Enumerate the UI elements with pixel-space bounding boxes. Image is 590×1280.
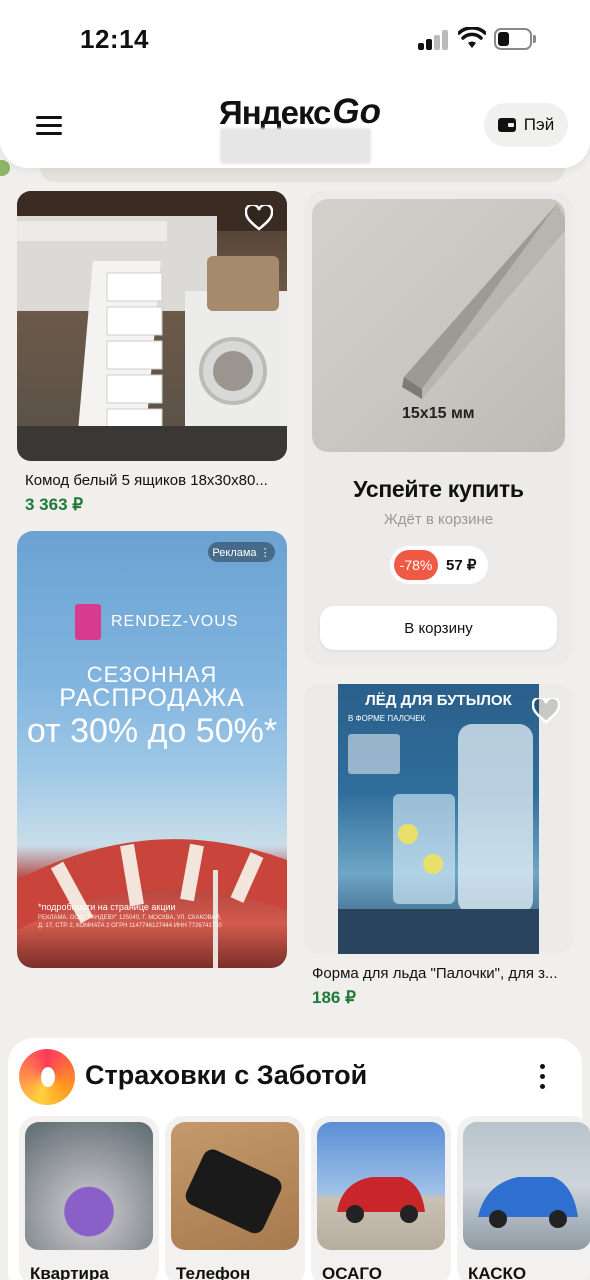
product-title-dresser[interactable]: Комод белый 5 ящиков 18x30x80... xyxy=(25,472,280,489)
promo-title: Успейте купить xyxy=(353,476,524,502)
insurance-card-apartment[interactable]: Квартира xyxy=(19,1116,159,1280)
ad-footnote: *подробности на странице акции xyxy=(38,902,176,912)
add-to-cart-button[interactable]: В корзину xyxy=(320,606,557,650)
product-price-dresser: 3 363 ₽ xyxy=(25,495,84,514)
insurance-card-osago[interactable]: ОСАГО xyxy=(311,1116,451,1280)
ice-image-subline: В ФОРМЕ ПАЛОЧЕК xyxy=(348,714,426,723)
rendez-vous-logo xyxy=(75,604,101,640)
promo-subtitle: Ждёт в корзине xyxy=(383,511,494,528)
ice-image-headline: ЛЁД ДЛЯ БУТЫЛОК xyxy=(365,692,512,709)
insurance-logo-icon xyxy=(19,1049,75,1105)
menu-icon[interactable] xyxy=(36,116,62,136)
insurance-card-label: КАСКО xyxy=(468,1264,527,1280)
insurance-card-kasko[interactable]: КАСКО xyxy=(457,1116,590,1280)
yandex-go-logo[interactable]: Яндекс Go xyxy=(219,92,381,132)
blurred-address[interactable] xyxy=(220,128,371,164)
product-price-ice-mold: 186 ₽ xyxy=(312,988,356,1007)
umbrella-illustration xyxy=(17,839,287,968)
insurance-card-phone[interactable]: Телефон xyxy=(165,1116,305,1280)
discount-badge: -78% xyxy=(394,550,438,580)
signal-icon xyxy=(418,30,450,50)
wifi-icon xyxy=(458,27,486,48)
logo-go: Go xyxy=(332,92,381,131)
app-header: Яндекс Go Пэй xyxy=(0,80,590,168)
product-image-dresser[interactable] xyxy=(17,191,287,461)
leaf-decoration xyxy=(0,160,10,176)
favorite-heart-icon[interactable] xyxy=(245,205,273,231)
apartment-image xyxy=(25,1122,153,1250)
dresser-illustration xyxy=(17,191,287,461)
product-title-ice-mold[interactable]: Форма для льда "Палочки", для з... xyxy=(312,965,567,982)
kasko-car-image xyxy=(463,1122,590,1250)
ad-label-badge[interactable]: Реклама ⋮ xyxy=(208,542,275,562)
ad-headline-2: РАСПРОДАЖА xyxy=(59,684,245,712)
status-time: 12:14 xyxy=(80,24,149,54)
insurance-card-label: ОСАГО xyxy=(322,1264,382,1280)
logo-text: Яндекс xyxy=(219,94,331,131)
previous-block-edge xyxy=(40,166,565,182)
status-bar: 12:14 xyxy=(0,0,590,80)
insurance-card-label: Квартира xyxy=(30,1264,109,1280)
wallet-icon xyxy=(497,118,516,132)
pay-button[interactable]: Пэй xyxy=(484,103,568,147)
ice-illustration xyxy=(338,724,539,954)
insurance-card-label: Телефон xyxy=(176,1264,251,1280)
battery-icon xyxy=(494,28,536,50)
ad-legal-text: РЕКЛАМА. ООО "РАНДЕВУ" 125040, Г. МОСКВА… xyxy=(38,915,222,929)
ice-mold-image-inner xyxy=(338,684,539,954)
promo-price: 57 ₽ xyxy=(446,557,477,574)
pay-label: Пэй xyxy=(523,115,555,134)
osago-car-image xyxy=(317,1122,445,1250)
promo-dimension-text: 15x15 мм xyxy=(402,405,475,422)
more-options-icon[interactable] xyxy=(538,1064,548,1090)
insurance-title: Страховки с Заботой xyxy=(85,1060,368,1090)
ad-brand: RENDEZ-VOUS xyxy=(111,613,239,630)
phone-image xyxy=(171,1122,299,1250)
ad-headline-3: от 30% до 50%* xyxy=(26,712,278,750)
favorite-heart-icon[interactable] xyxy=(532,698,560,724)
